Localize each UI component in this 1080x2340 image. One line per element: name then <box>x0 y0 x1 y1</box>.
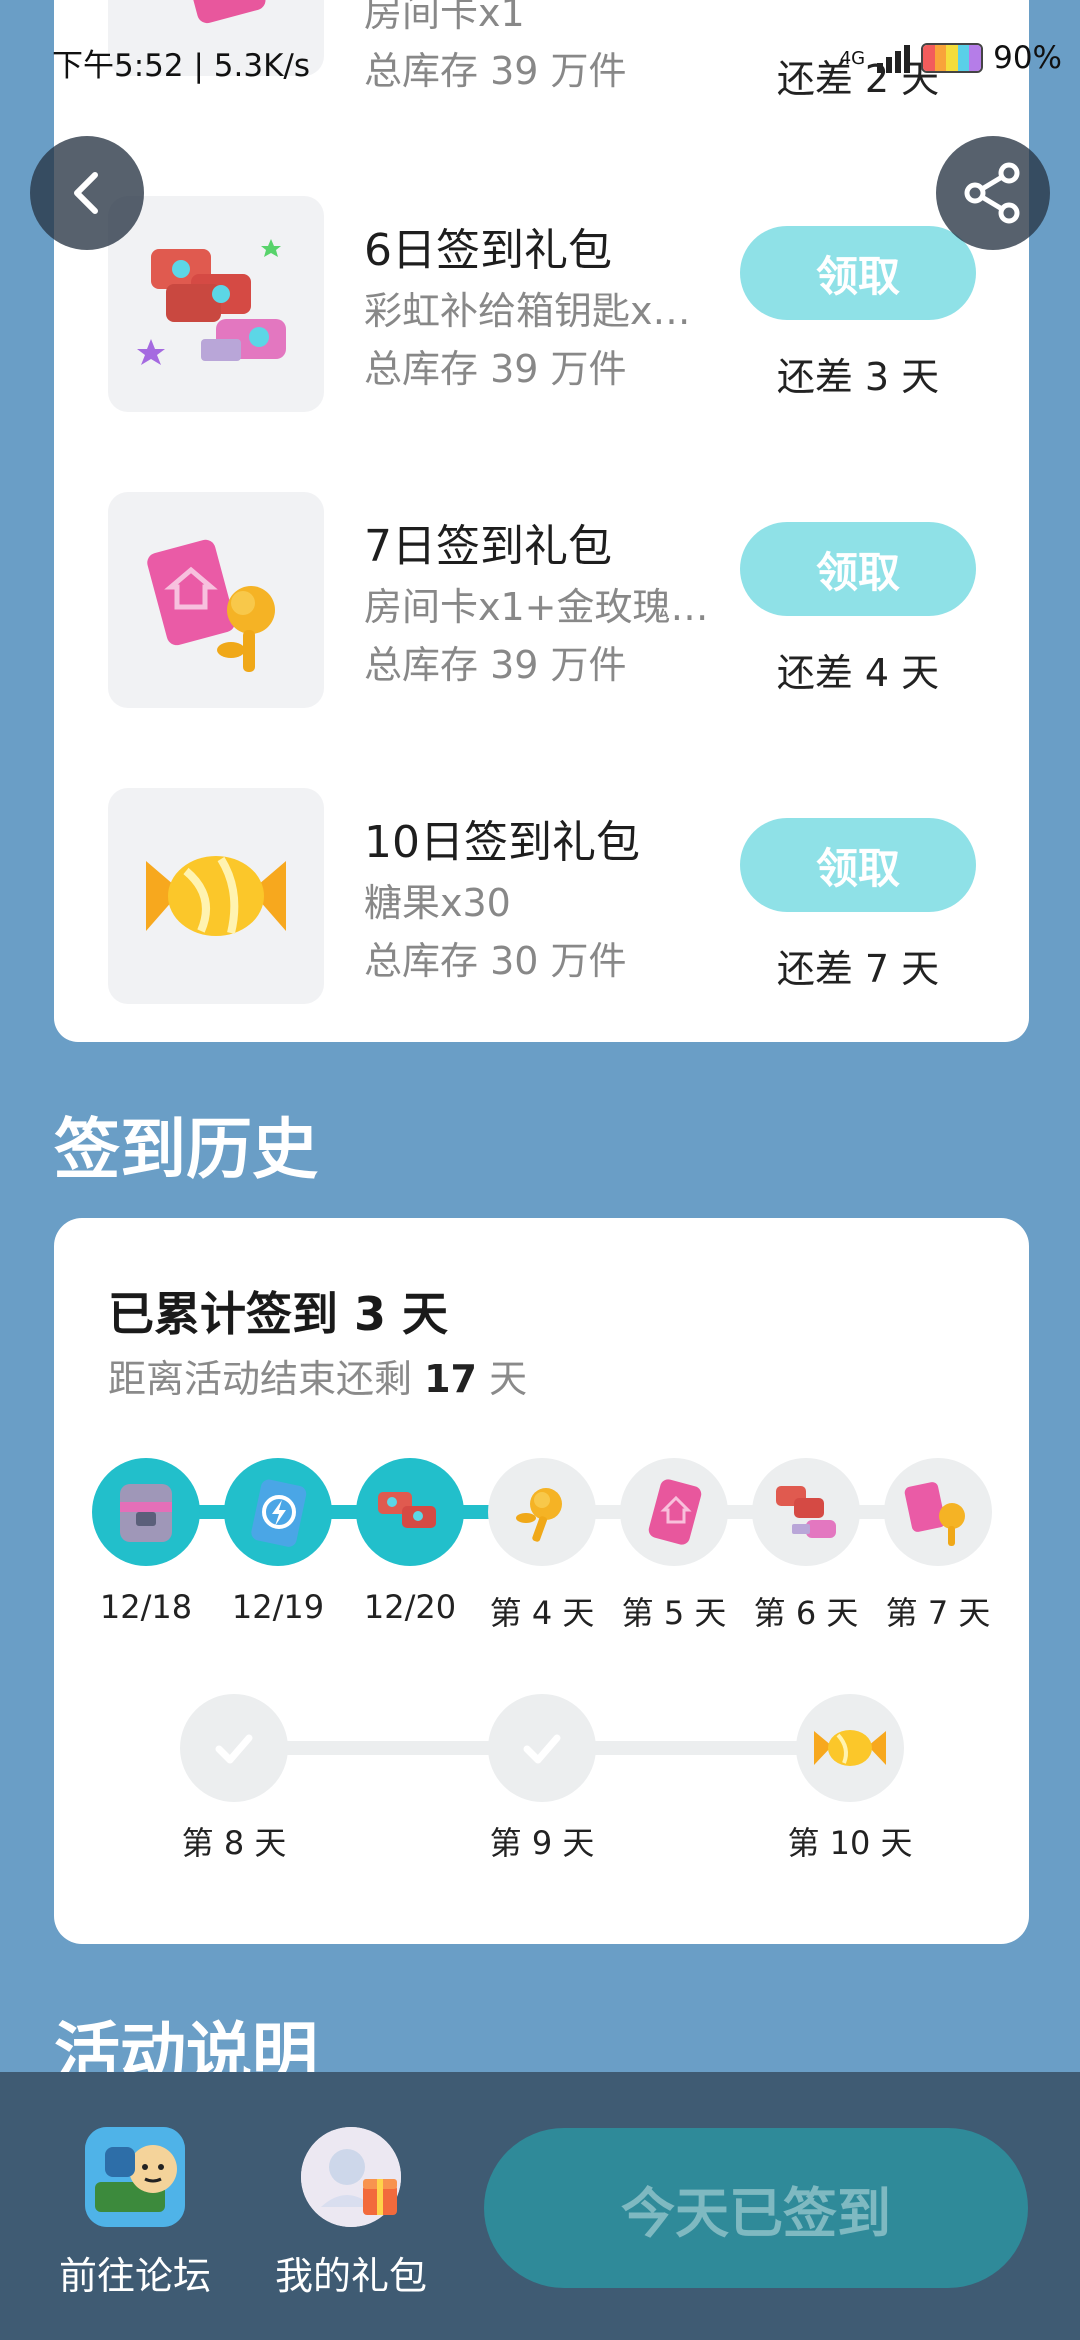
gift-stock: 总库存 30 万件 <box>364 939 627 983</box>
day-label: 第 10 天 <box>787 1824 913 1862</box>
my-gifts-label: 我的礼包 <box>274 2254 427 2298</box>
day-node-7 <box>884 1458 992 1566</box>
days-left: 还差 7 天 <box>776 947 940 991</box>
room-card-icon <box>648 1479 702 1545</box>
back-button[interactable] <box>30 136 144 250</box>
day-node-3 <box>356 1458 464 1566</box>
gift-row: 7日签到礼包 房间卡x1+金玫瑰… 总库存 39 万件 领取 还差 4 天 <box>54 492 1029 708</box>
claim-button[interactable]: 领取 <box>740 226 976 320</box>
day-node-2 <box>224 1458 332 1566</box>
day-node-1 <box>92 1458 200 1566</box>
day-label: 12/19 <box>231 1588 325 1626</box>
rainbow-key-icon <box>108 196 324 412</box>
candy-icon <box>814 1730 886 1766</box>
chevron-left-icon <box>74 172 98 214</box>
days-left: 还差 4 天 <box>776 651 940 695</box>
gift-stock: 总库存 39 万件 <box>364 643 627 687</box>
gift-row: 6日签到礼包 彩虹补给箱钥匙x… 总库存 39 万件 领取 还差 3 天 <box>54 196 1029 412</box>
check-icon <box>523 1734 561 1764</box>
gift-content: 房间卡x1+金玫瑰… <box>364 585 709 629</box>
gift-content: 彩虹补给箱钥匙x… <box>364 289 691 333</box>
gift-title: 6日签到礼包 <box>364 225 612 276</box>
status-bar: 下午5:52 | 5.3K/s 4G 90% <box>0 40 1080 90</box>
forum-nav-item[interactable]: 前往论坛 <box>40 2127 230 2300</box>
day-label: 第 4 天 <box>489 1594 595 1632</box>
rose-icon <box>516 1488 562 1542</box>
gift-stock: 总库存 39 万件 <box>364 347 627 391</box>
gift-content: 房间卡x1 <box>364 0 525 35</box>
day-label: 12/20 <box>363 1588 457 1626</box>
supply-box-icon <box>120 1484 172 1542</box>
day-label: 第 7 天 <box>885 1594 991 1632</box>
day-node-4 <box>488 1458 596 1566</box>
day-node-8 <box>180 1694 288 1802</box>
day-node-9 <box>488 1694 596 1802</box>
history-card: 已累计签到 3 天 距离活动结束还剩 17 天 12/18 12/19 12/2… <box>54 1218 1029 1944</box>
room-card-rose-icon <box>108 492 324 708</box>
day-label: 第 5 天 <box>621 1594 727 1632</box>
room-card-rose-icon <box>904 1482 965 1546</box>
lightning-card-icon <box>251 1479 307 1547</box>
day-label: 12/18 <box>99 1588 193 1626</box>
gift-title: 10日签到礼包 <box>364 817 640 868</box>
signin-total: 已累计签到 3 天 <box>108 1287 449 1341</box>
day-node-6 <box>752 1458 860 1566</box>
candy-icon <box>108 788 324 1004</box>
day-label: 第 8 天 <box>181 1824 287 1862</box>
gift-title: 7日签到礼包 <box>364 521 612 572</box>
days-left: 还差 3 天 <box>776 355 940 399</box>
forum-label: 前往论坛 <box>58 2254 211 2298</box>
signal-icon <box>877 45 911 73</box>
rainbow-key-icon <box>378 1492 436 1528</box>
day-node-10 <box>796 1694 904 1802</box>
bottom-bar: 前往论坛 我的礼包 今天已签到 <box>0 2072 1080 2340</box>
share-button[interactable] <box>936 136 1050 250</box>
gift-row: 10日签到礼包 糖果x30 总库存 30 万件 领取 还差 7 天 <box>54 788 1029 1004</box>
my-gifts-nav-item[interactable]: 我的礼包 <box>256 2127 446 2300</box>
avatar-gift-icon <box>301 2127 401 2227</box>
rainbow-key-icon <box>776 1486 836 1538</box>
signed-in-today-button[interactable]: 今天已签到 <box>484 2128 1028 2288</box>
status-time-speed: 下午5:52 | 5.3K/s <box>52 48 310 84</box>
check-icon <box>215 1734 253 1764</box>
claim-button[interactable]: 领取 <box>740 818 976 912</box>
share-icon <box>964 162 1020 224</box>
battery-icon <box>921 43 984 73</box>
day-label: 第 9 天 <box>489 1824 595 1862</box>
history-section-title: 签到历史 <box>54 1111 318 1188</box>
network-label: 4G <box>839 47 866 69</box>
gift-list-card: 房间卡x1 总库存 39 万件 领取 还差 2 天 6日签到礼包 彩虹补给箱钥匙… <box>54 0 1029 1042</box>
day-label: 第 6 天 <box>753 1594 859 1632</box>
game-forum-icon <box>85 2127 185 2227</box>
day-node-5 <box>620 1458 728 1566</box>
battery-percent: 90% <box>993 40 1062 76</box>
gift-content: 糖果x30 <box>364 881 511 925</box>
activity-remaining: 距离活动结束还剩 17 天 <box>108 1357 528 1401</box>
claim-button[interactable]: 领取 <box>740 522 976 616</box>
